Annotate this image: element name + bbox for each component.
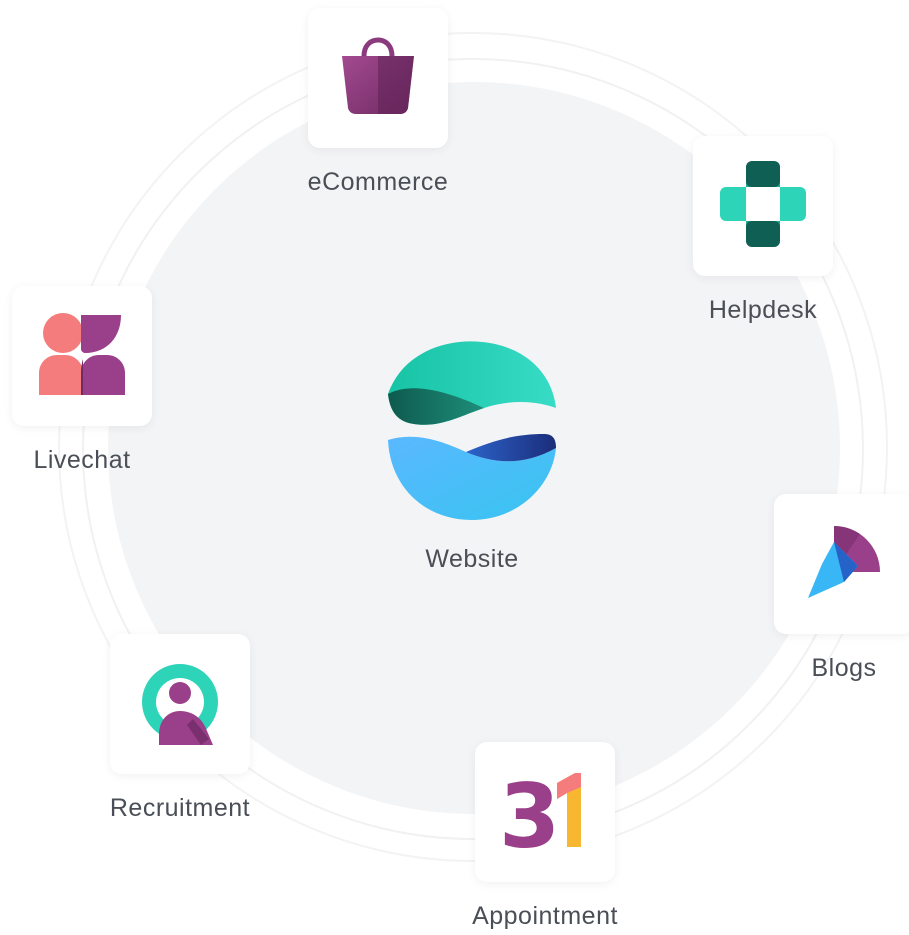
recruitment-label: Recruitment: [109, 794, 251, 822]
appointment-label: Appointment: [472, 902, 618, 930]
blogs-label: Blogs: [811, 654, 877, 682]
helpdesk-tile[interactable]: [693, 136, 833, 276]
helpdesk-cross-icon: [720, 160, 806, 252]
livechat-tile[interactable]: [12, 286, 152, 426]
blogs-app[interactable]: Blogs: [758, 494, 909, 683]
appointment-glyph-3: 3: [499, 767, 560, 853]
recruitment-tile[interactable]: [110, 634, 250, 774]
helpdesk-label: Helpdesk: [708, 296, 818, 324]
recruitment-app[interactable]: Recruitment: [80, 634, 280, 823]
blogs-feather-icon: [804, 522, 884, 607]
ecommerce-label: eCommerce: [307, 168, 449, 196]
appointment-tile[interactable]: 3: [475, 742, 615, 882]
livechat-app[interactable]: Livechat: [0, 286, 164, 475]
appointment-app[interactable]: 3 Appointment: [445, 742, 645, 931]
ecommerce-app[interactable]: eCommerce: [278, 8, 478, 197]
website-label: Website: [425, 545, 519, 573]
recruitment-q-icon: [137, 659, 223, 750]
livechat-people-icon: [39, 311, 125, 402]
livechat-label: Livechat: [33, 446, 131, 474]
appointment-calendar-icon: 3: [497, 765, 593, 868]
helpdesk-app[interactable]: Helpdesk: [663, 136, 863, 325]
shopping-bag-icon: [338, 36, 418, 121]
ecommerce-tile[interactable]: [308, 8, 448, 148]
blogs-tile[interactable]: [774, 494, 909, 634]
website-globe-icon: [384, 336, 560, 527]
website-app[interactable]: Website: [372, 336, 572, 574]
